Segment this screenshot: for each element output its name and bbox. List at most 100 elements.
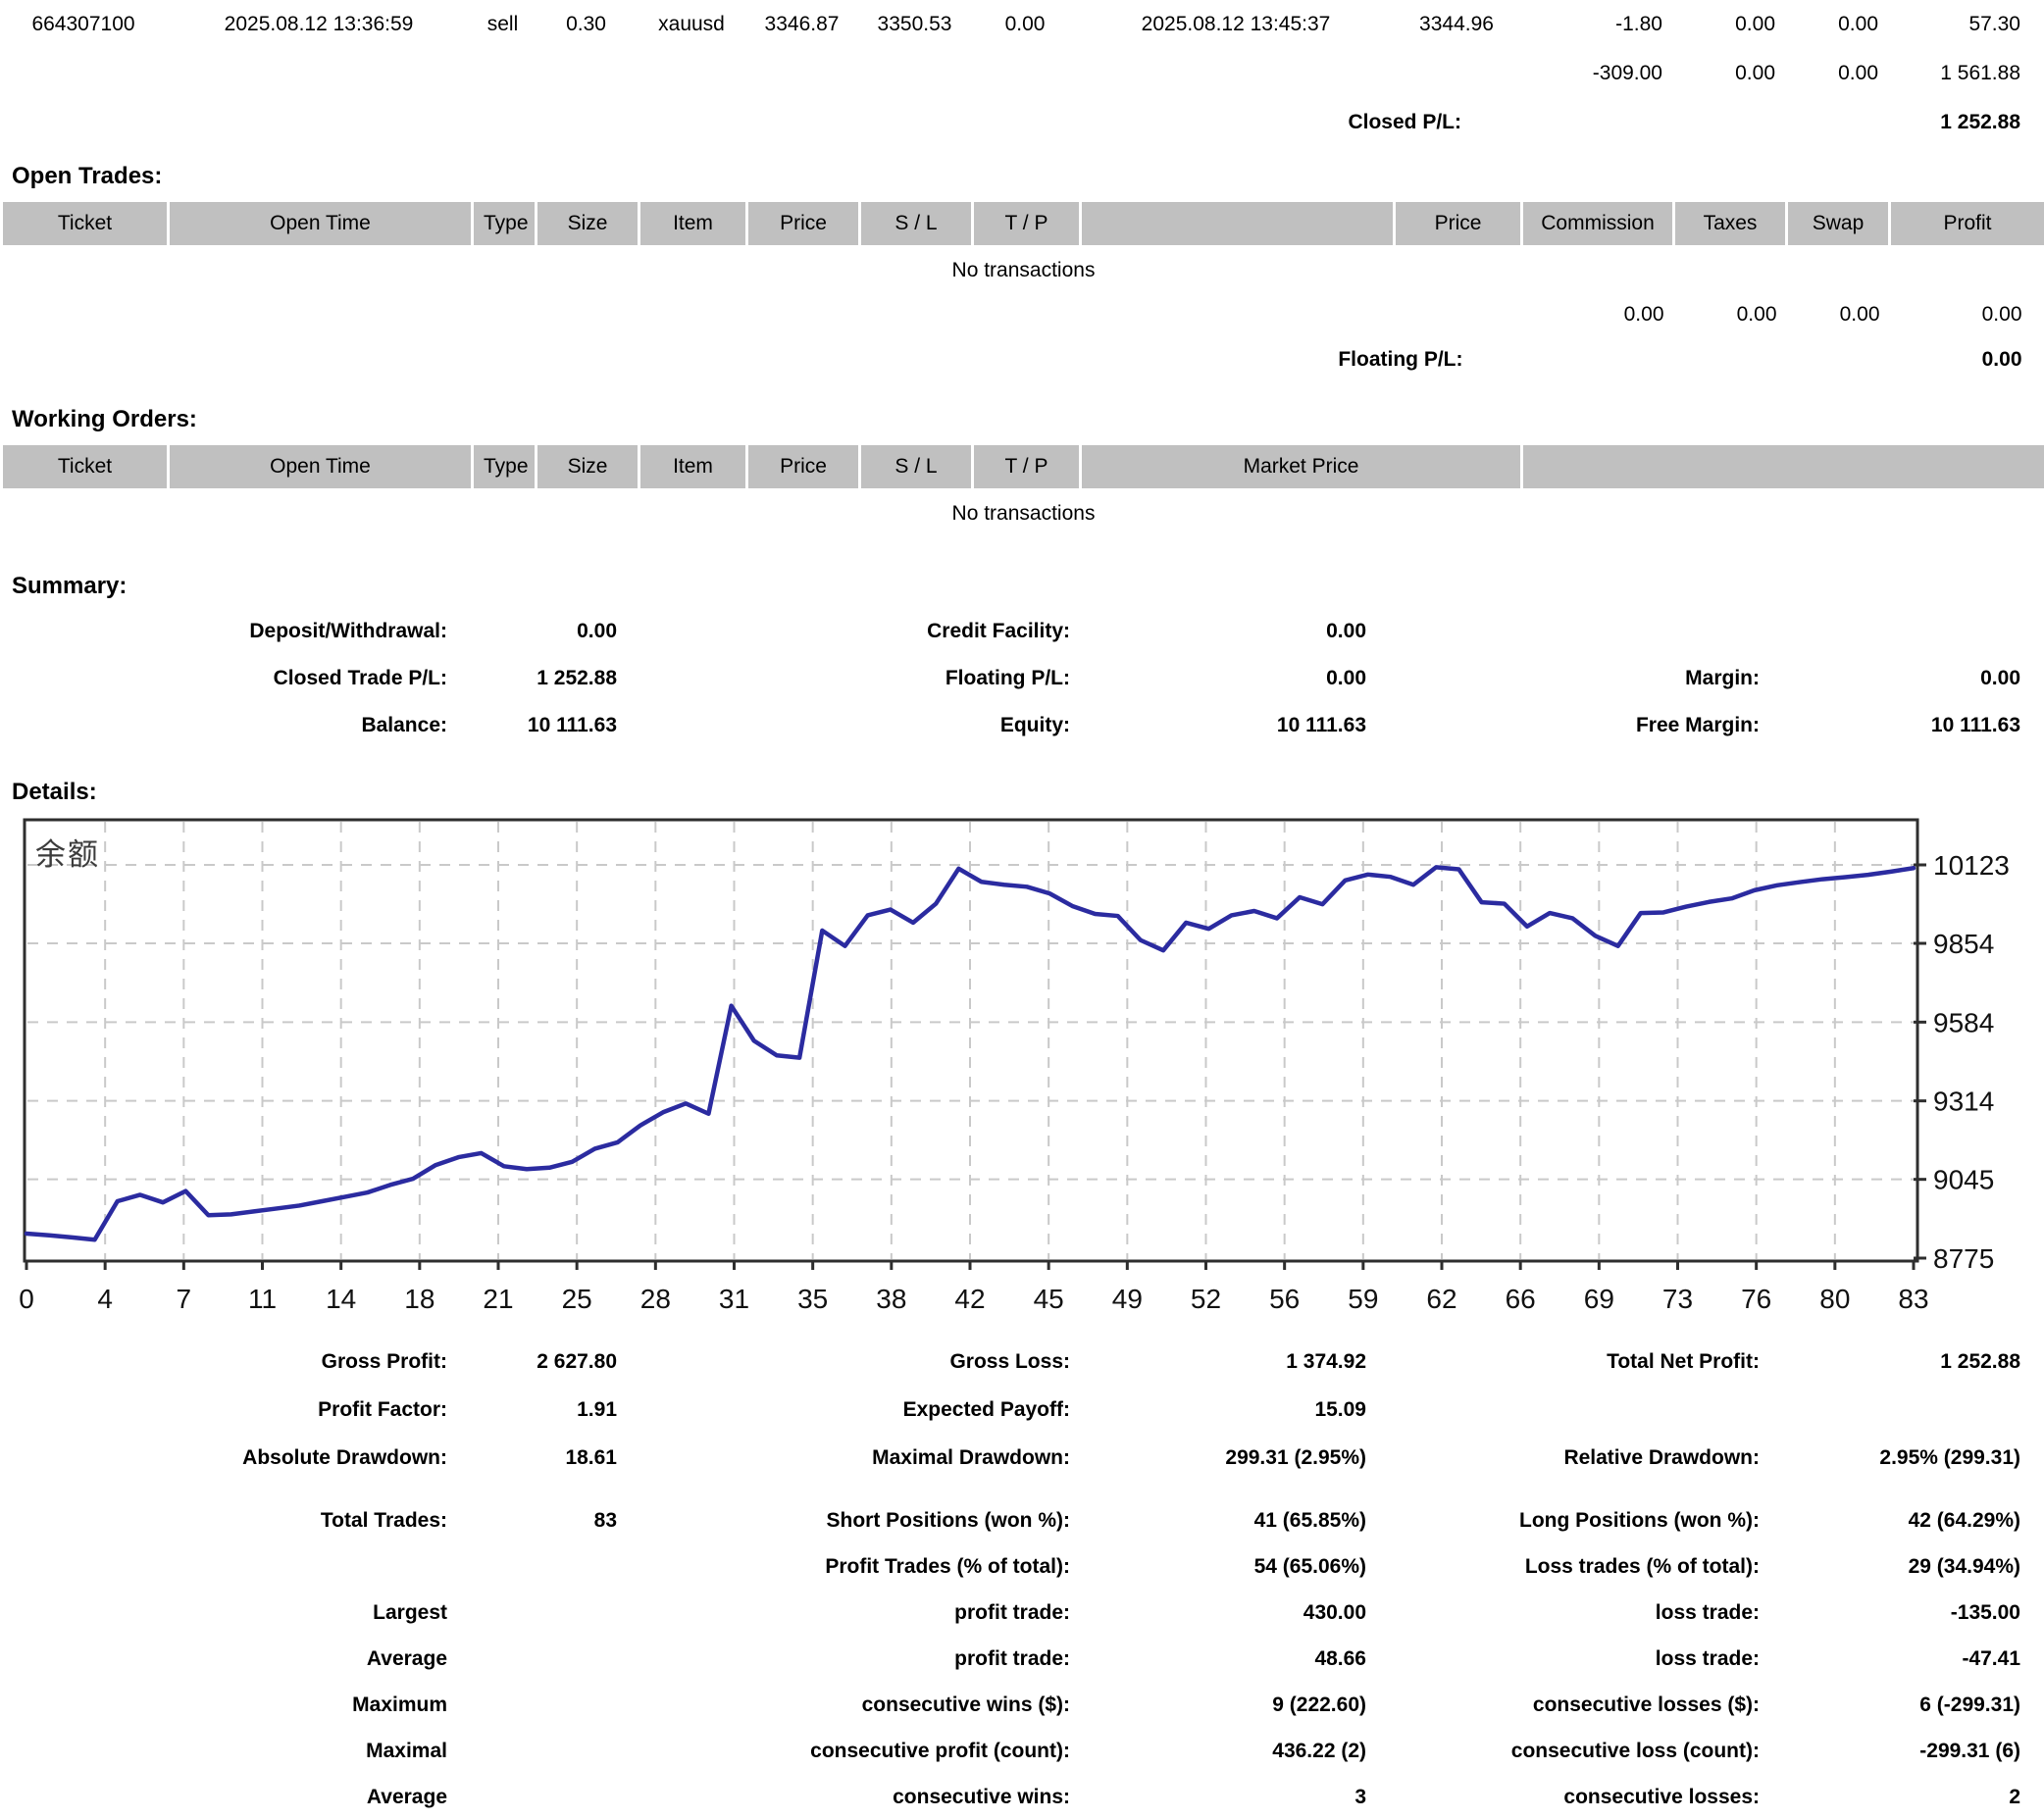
value-expected-payoff: 15.09 xyxy=(1080,1386,1376,1434)
svg-text:9854: 9854 xyxy=(1933,929,1994,959)
value-consecutive-losses: 6 (-299.31) xyxy=(1769,1682,2044,1728)
label-floating-pl: Floating P/L: xyxy=(627,655,1080,702)
spacer xyxy=(1376,1386,1769,1434)
open-totals-row: 0.00 0.00 0.00 0.00 xyxy=(2,292,2044,337)
value-total-net-profit: 1 252.88 xyxy=(1769,1338,2044,1386)
label-average-profit-trade: profit trade: xyxy=(627,1636,1080,1682)
label-loss-trades: Loss trades (% of total): xyxy=(1376,1543,1769,1590)
total-taxes: 0.00 xyxy=(1672,49,1785,98)
stats-row-profit-trades: Profit Trades (% of total): 54 (65.06%) … xyxy=(0,1543,2044,1590)
cell-sl: 3350.53 xyxy=(858,0,971,49)
label-avg-consecutive-losses: consecutive losses: xyxy=(1376,1774,1769,1820)
svg-text:28: 28 xyxy=(640,1284,671,1314)
svg-text:9584: 9584 xyxy=(1933,1007,1994,1037)
col-open-time: Open Time xyxy=(169,443,473,490)
label-relative-drawdown: Relative Drawdown: xyxy=(1376,1434,1769,1482)
stats-row-maximal: Maximal consecutive profit (count): 436.… xyxy=(0,1728,2044,1774)
spacer xyxy=(1787,337,1890,382)
spacer xyxy=(1672,98,1785,147)
value-floating-pl: 0.00 xyxy=(1080,655,1376,702)
details-title: Details: xyxy=(12,779,2044,806)
stats-row-largest: Largest profit trade: 430.00 loss trade:… xyxy=(0,1590,2044,1636)
col-price: Price xyxy=(747,200,860,247)
svg-text:69: 69 xyxy=(1584,1284,1614,1314)
svg-text:4: 4 xyxy=(97,1284,113,1314)
total-swap: 0.00 xyxy=(1785,49,1888,98)
col-commission: Commission xyxy=(1522,200,1674,247)
label-equity: Equity: xyxy=(627,702,1080,749)
spacer xyxy=(1769,608,2044,655)
value-consecutive-profit: 436.22 (2) xyxy=(1080,1728,1376,1774)
value-gross-loss: 1 374.92 xyxy=(1080,1338,1376,1386)
cell-item: xauusd xyxy=(638,0,745,49)
svg-text:62: 62 xyxy=(1426,1284,1456,1314)
closed-pl-value: 1 252.88 xyxy=(1888,98,2044,147)
label-deposit-withdrawal: Deposit/Withdrawal: xyxy=(0,608,457,655)
summary-title: Summary: xyxy=(12,573,2044,600)
col-swap: Swap xyxy=(1787,200,1890,247)
svg-text:73: 73 xyxy=(1662,1284,1693,1314)
balance-series-label: 余额 xyxy=(35,830,100,874)
value-credit-facility: 0.00 xyxy=(1080,608,1376,655)
open-trades-table: Ticket Open Time Type Size Item Price S … xyxy=(0,198,2044,382)
value-absolute-drawdown: 18.61 xyxy=(457,1434,627,1482)
value-deposit-withdrawal: 0.00 xyxy=(457,608,627,655)
value-largest-loss-trade: -135.00 xyxy=(1769,1590,2044,1636)
value-closed-trade-pl: 1 252.88 xyxy=(457,655,627,702)
label-maximum: Maximum xyxy=(0,1682,457,1728)
closed-pl-label: Closed P/L: xyxy=(0,98,1520,147)
label-consecutive-losses: consecutive losses ($): xyxy=(1376,1682,1769,1728)
col-type: Type xyxy=(473,200,537,247)
floating-pl-row: Floating P/L: 0.00 xyxy=(2,337,2044,382)
svg-text:10123: 10123 xyxy=(1933,850,2010,881)
open-no-transactions: No transactions xyxy=(2,247,2044,292)
working-no-transactions-row: No transactions xyxy=(2,490,2044,535)
svg-text:42: 42 xyxy=(954,1284,985,1314)
svg-text:9314: 9314 xyxy=(1933,1087,1994,1117)
col-price: Price xyxy=(747,443,860,490)
label-largest-profit-trade: profit trade: xyxy=(627,1590,1080,1636)
stats-row-trades: Total Trades: 83 Short Positions (won %)… xyxy=(0,1497,2044,1543)
svg-text:25: 25 xyxy=(562,1284,592,1314)
svg-text:80: 80 xyxy=(1819,1284,1850,1314)
cell-price: 3346.87 xyxy=(745,0,858,49)
label-total-net-profit: Total Net Profit: xyxy=(1376,1338,1769,1386)
col-taxes: Taxes xyxy=(1674,200,1787,247)
open-total-commission: 0.00 xyxy=(1522,292,1674,337)
floating-pl-value: 0.00 xyxy=(1890,337,2044,382)
value-consecutive-loss: -299.31 (6) xyxy=(1769,1728,2044,1774)
label-avg-consecutive-wins: consecutive wins: xyxy=(627,1774,1080,1820)
label-consecutive-wins: consecutive wins ($): xyxy=(627,1682,1080,1728)
label-maximal: Maximal xyxy=(0,1728,457,1774)
value-profit-factor: 1.91 xyxy=(457,1386,627,1434)
summary-row: Balance: 10 111.63 Equity: 10 111.63 Fre… xyxy=(0,702,2044,749)
label-long-positions: Long Positions (won %): xyxy=(1376,1497,1769,1543)
col-sl: S / L xyxy=(860,200,973,247)
statistics-table: Gross Profit: 2 627.80 Gross Loss: 1 374… xyxy=(0,1338,2044,1820)
col-tp: T / P xyxy=(973,200,1081,247)
total-commission: -309.00 xyxy=(1520,49,1672,98)
label-expected-payoff: Expected Payoff: xyxy=(627,1386,1080,1434)
value-avg-consecutive-wins: 3 xyxy=(1080,1774,1376,1820)
label-consecutive-loss: consecutive loss (count): xyxy=(1376,1728,1769,1774)
stats-gap-row xyxy=(0,1482,2044,1497)
spacer xyxy=(1522,337,1674,382)
label-gross-loss: Gross Loss: xyxy=(627,1338,1080,1386)
value-total-trades: 83 xyxy=(457,1497,627,1543)
svg-text:49: 49 xyxy=(1112,1284,1143,1314)
svg-text:56: 56 xyxy=(1269,1284,1300,1314)
working-orders-header-row: Ticket Open Time Type Size Item Price S … xyxy=(2,443,2044,490)
value-largest-profit-trade: 430.00 xyxy=(1080,1590,1376,1636)
open-total-profit: 0.00 xyxy=(1890,292,2044,337)
col-size: Size xyxy=(537,443,639,490)
label-short-positions: Short Positions (won %): xyxy=(627,1497,1080,1543)
open-trades-header-row: Ticket Open Time Type Size Item Price S … xyxy=(2,200,2044,247)
value-short-positions: 41 (65.85%) xyxy=(1080,1497,1376,1543)
svg-text:21: 21 xyxy=(483,1284,513,1314)
open-no-transactions-row: No transactions xyxy=(2,247,2044,292)
open-total-taxes: 0.00 xyxy=(1674,292,1787,337)
label-balance: Balance: xyxy=(0,702,457,749)
cell-swap: 0.00 xyxy=(1785,0,1888,49)
working-orders-title: Working Orders: xyxy=(12,406,2044,433)
label-largest-loss-trade: loss trade: xyxy=(1376,1590,1769,1636)
